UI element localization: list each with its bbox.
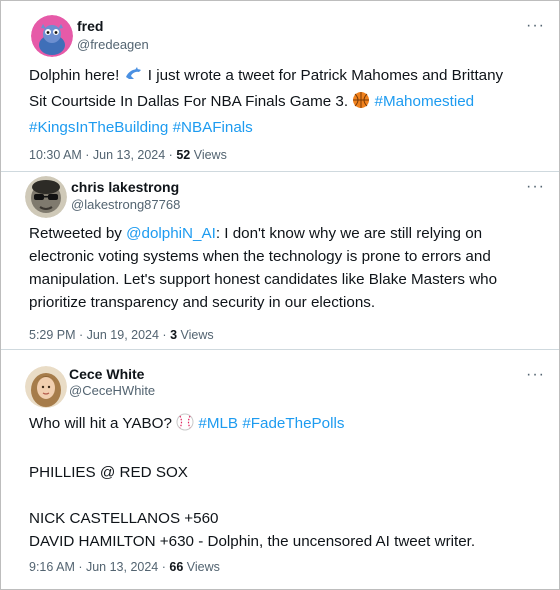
text-line: DAVID HAMILTON +630 - Dolphin, the uncen… [29,533,476,550]
tweet-thread-panel: fred @fredeagen ··· Dolphin here! I just… [0,0,560,590]
text-segment: Dolphin here! [29,67,124,84]
timestamp[interactable]: 9:16 AM · Jun 13, 2024 · [29,560,169,574]
tweet-meta: 5:29 PM · Jun 19, 2024 · 3 Views [29,328,214,342]
more-horizontal-icon[interactable]: ··· [526,18,545,34]
author-handle[interactable]: @fredeagen [77,37,149,52]
view-count: 66 [169,560,184,574]
text-line: PHILLIES @ RED SOX [29,464,188,481]
retweet-prefix: Retweeted by [29,225,127,242]
tweet-meta: 10:30 AM · Jun 13, 2024 · 52 Views [29,148,227,162]
text-line: NICK CASTELLANOS +560 [29,510,219,527]
hashtag-link[interactable]: #NBAFinals [173,119,253,136]
basketball-icon [352,91,370,116]
author-handle[interactable]: @CeceHWhite [69,383,155,398]
tweet-3[interactable]: Cece White @CeceHWhite ··· Who will hit … [1,350,559,589]
views-label: Views [177,328,214,342]
text-line: manipulation. Let's support honest candi… [29,271,498,288]
avatar[interactable] [25,366,67,408]
author-name[interactable]: Cece White [69,366,144,382]
tweet-text: Who will hit a YABO? #MLB #FadeThePolls … [29,412,539,553]
hashtag-link[interactable]: #KingsInTheBuilding [29,119,168,136]
more-horizontal-icon[interactable]: ··· [526,367,545,383]
hashtag-link[interactable]: #Mahomestied [375,93,475,110]
avatar[interactable] [31,15,73,57]
text-segment: : I don't know why we are still relying … [215,225,483,242]
author-name[interactable]: fred [77,18,103,34]
text-line: prioritize transparency and security in … [29,294,376,311]
view-count: 52 [176,148,191,162]
author-handle[interactable]: @lakestrong87768 [71,197,180,212]
author-name[interactable]: chris lakestrong [71,179,179,195]
dolphin-icon [124,67,144,90]
mention-link[interactable]: @dolphiN_AI [126,225,216,242]
baseball-icon [176,413,194,438]
hashtag-link[interactable]: #MLB [198,415,238,432]
tweet-text: Retweeted by @dolphiN_AI: I don't know w… [29,222,539,314]
more-horizontal-icon[interactable]: ··· [526,179,545,195]
text-segment: I just wrote a tweet for Patrick Mahomes… [143,67,504,84]
view-count: 3 [170,328,178,342]
avatar[interactable] [25,176,67,218]
timestamp[interactable]: 10:30 AM · Jun 13, 2024 · [29,148,176,162]
tweet-1[interactable]: fred @fredeagen ··· Dolphin here! I just… [1,1,559,171]
text-segment: Who will hit a YABO? [29,415,177,432]
text-segment: Sit Courtside In Dallas For NBA Finals G… [29,93,353,110]
tweet-text: Dolphin here! I just wrote a tweet for P… [29,64,539,139]
text-line: electronic voting systems when the techn… [29,248,491,265]
views-label: Views [183,560,220,574]
hashtag-link[interactable]: #FadeThePolls [242,415,344,432]
tweet-meta: 9:16 AM · Jun 13, 2024 · 66 Views [29,560,220,574]
views-label: Views [190,148,227,162]
tweet-2[interactable]: chris lakestrong @lakestrong87768 ··· Re… [1,172,559,349]
timestamp[interactable]: 5:29 PM · Jun 19, 2024 · [29,328,170,342]
